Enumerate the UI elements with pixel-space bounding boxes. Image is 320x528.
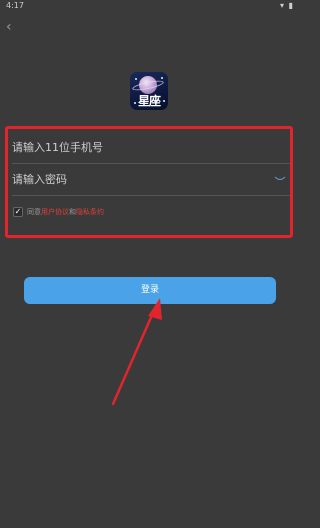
- password-field[interactable]: [12, 167, 288, 193]
- agreement-row: ✓ 同意 用户协议 和 隐私条约: [13, 206, 104, 218]
- phone-field[interactable]: [12, 135, 288, 161]
- status-time: 4:17: [6, 1, 24, 10]
- app-logo: 星座: [130, 72, 168, 110]
- password-input[interactable]: [12, 173, 262, 186]
- divider: [12, 163, 290, 164]
- chevron-left-icon: ‹: [6, 19, 12, 35]
- status-bar: 4:17 ▾ ▮: [0, 0, 300, 14]
- status-icons: ▾ ▮: [280, 1, 294, 10]
- user-agreement-link[interactable]: 用户协议: [41, 206, 69, 218]
- logo-text: 星座: [137, 94, 161, 108]
- agree-checkbox[interactable]: ✓: [13, 207, 23, 217]
- divider: [12, 195, 290, 196]
- back-button[interactable]: ‹: [6, 18, 20, 36]
- eye-closed-icon[interactable]: [274, 175, 286, 183]
- agree-conjunction: 和: [69, 208, 76, 216]
- login-button[interactable]: 登录: [24, 277, 276, 304]
- privacy-policy-link[interactable]: 隐私条约: [76, 206, 104, 218]
- phone-input[interactable]: [12, 141, 262, 154]
- login-form: ✓ 同意 用户协议 和 隐私条约: [5, 126, 293, 238]
- agree-prefix: 同意: [27, 208, 41, 216]
